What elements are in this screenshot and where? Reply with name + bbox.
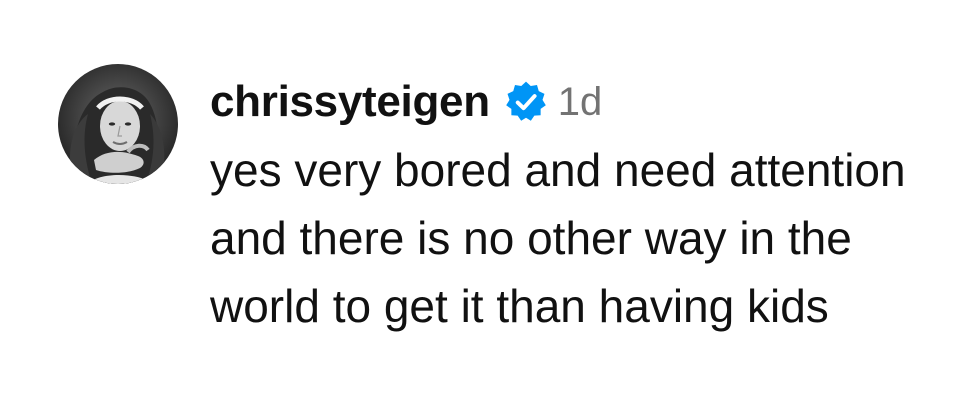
avatar[interactable] <box>58 64 178 184</box>
comment-header: chrissyteigen 1d <box>210 68 970 136</box>
comment-text: yes very bored and need attention and th… <box>210 144 906 332</box>
timestamp[interactable]: 1d <box>558 82 603 122</box>
comment-content: chrissyteigen 1d yes very bored and need… <box>210 68 970 340</box>
comment: chrissyteigen 1d yes very bored and need… <box>0 0 980 420</box>
verified-badge-icon <box>504 80 548 124</box>
username-link[interactable]: chrissyteigen <box>210 80 490 124</box>
